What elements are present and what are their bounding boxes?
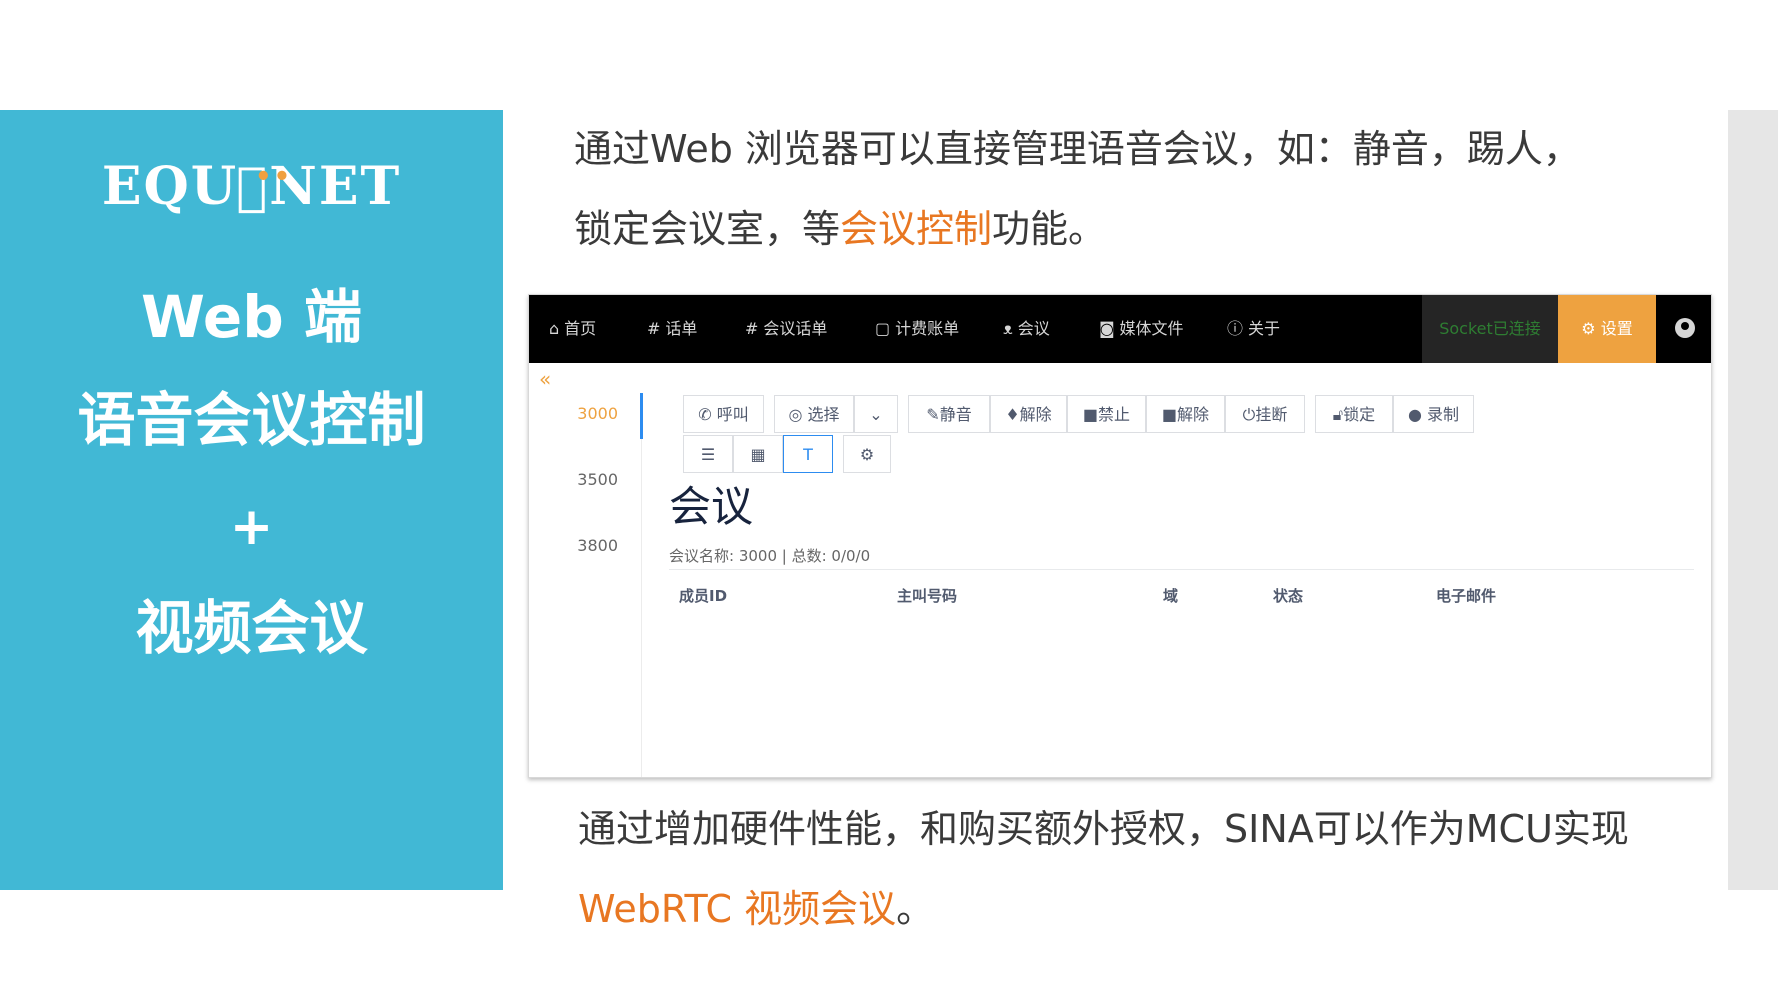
phone-icon: ✆ — [698, 405, 717, 424]
hash-icon: # — [647, 319, 661, 338]
nav-media-label: 媒体文件 — [1119, 319, 1184, 338]
equinet-logo: •• EQU⃝NET — [0, 152, 503, 222]
caption-line-4: WebRTC 视频会议。 — [578, 885, 934, 933]
nav-conference-cdr[interactable]: # 会议话单 — [745, 295, 827, 363]
settings-button[interactable]: ⚙ — [843, 435, 891, 473]
call-label: 呼叫 — [716, 405, 749, 424]
caption-4-highlight: WebRTC 视频会议 — [578, 887, 897, 931]
nav-home-label: 首页 — [564, 319, 597, 338]
nav-about[interactable]: ⓘ 关于 — [1227, 295, 1280, 363]
table-icon: ▦ — [750, 445, 766, 464]
nav-media[interactable]: ◙ 媒体文件 — [1099, 295, 1184, 363]
conference-list: 3000 3500 3800 — [529, 391, 642, 589]
bill-icon: ▢ — [875, 319, 891, 338]
column-domain: 域 — [1163, 587, 1179, 605]
video-off-label: 禁止 — [1098, 405, 1131, 424]
sidebar-divider — [641, 393, 642, 777]
panel-plus: + — [229, 497, 274, 557]
active-conference-indicator — [640, 393, 643, 439]
brand-panel: •• EQU⃝NET Web 端 语音会议控制 + 视频会议 — [0, 110, 503, 890]
nav-conference[interactable]: ᴥ 会议 — [1003, 295, 1050, 363]
nav-conference-label: 会议 — [1017, 319, 1050, 338]
mute-button[interactable]: ✎静音 — [908, 395, 990, 433]
column-status: 状态 — [1273, 587, 1304, 605]
record-icon: ● — [1407, 405, 1428, 424]
mute-label: 静音 — [939, 405, 972, 424]
caption-2-post: 功能。 — [992, 207, 1107, 251]
chevron-down-icon: ⌄ — [869, 405, 883, 424]
record-button[interactable]: ● 录制 — [1393, 395, 1474, 433]
top-navbar: ⌂ 首页 # 话单 # 会议话单 ▢ 计费账单 ᴥ 会议 ◙ 媒体文件 ⓘ 关于 Socket… — [529, 295, 1711, 363]
nav-billing[interactable]: ▢ 计费账单 — [875, 295, 959, 363]
text-icon: T — [803, 445, 813, 464]
conference-item-3800[interactable]: 3800 — [529, 523, 642, 589]
nav-cdr-label: 话单 — [665, 319, 698, 338]
hash-icon: # — [745, 319, 759, 338]
mic-icon: ♦ — [1005, 405, 1020, 424]
text-view-button[interactable]: T — [783, 435, 833, 473]
video-off-button[interactable]: ■禁止 — [1067, 395, 1146, 433]
video-off-icon: ■ — [1082, 405, 1099, 424]
conference-app-screenshot: ⌂ 首页 # 话单 # 会议话单 ▢ 计费账单 ᴥ 会议 ◙ 媒体文件 ⓘ 关于 Socket… — [528, 294, 1712, 778]
camera-icon: ◙ — [1099, 319, 1115, 338]
gear-icon: ⚙ — [1581, 319, 1601, 338]
lock-label: 锁定 — [1343, 405, 1376, 424]
lock-icon: 🔓︎ — [1332, 405, 1344, 424]
conference-item-3500[interactable]: 3500 — [529, 457, 642, 523]
power-icon: ⏻ — [1242, 405, 1256, 424]
select-button[interactable]: ◎ 选择 — [774, 395, 854, 433]
caption-2-highlight: 会议控制 — [840, 207, 993, 251]
caption-line-1: 通过Web 浏览器可以直接管理语音会议，如：静音，踢人， — [574, 127, 1581, 171]
column-email: 电子邮件 — [1436, 587, 1497, 605]
video-on-label: 解除 — [1177, 405, 1210, 424]
list-icon: ☰ — [700, 445, 716, 464]
user-avatar-icon[interactable] — [1675, 318, 1695, 338]
caption-line-2: 锁定会议室，等会议控制功能。 — [574, 205, 1106, 253]
conference-item-3000[interactable]: 3000 — [529, 391, 642, 457]
nav-settings[interactable]: ⚙ 设置 — [1558, 295, 1656, 363]
socket-status: Socket已连接 — [1422, 295, 1558, 363]
record-label: 录制 — [1427, 405, 1460, 424]
info-divider — [669, 569, 1694, 570]
conference-info: 会议名称: 3000 | 总数: 0/0/0 — [669, 547, 871, 565]
table-view-button[interactable]: ▦ — [733, 435, 783, 473]
select-label: 选择 — [807, 405, 840, 424]
video-on-button[interactable]: ■解除 — [1146, 395, 1225, 433]
call-button[interactable]: ✆ 呼叫 — [683, 395, 764, 433]
caption-2-pre: 锁定会议室，等 — [574, 207, 841, 251]
panel-title-web: Web 端 — [141, 283, 362, 351]
panel-title-voice: 语音会议控制 — [77, 386, 426, 454]
mic-off-icon: ✎ — [926, 405, 940, 424]
nav-conference-cdr-label: 会议话单 — [763, 319, 828, 338]
list-view-button[interactable]: ☰ — [683, 435, 733, 473]
nav-settings-label: 设置 — [1600, 319, 1633, 338]
caption-line-3: 通过增加硬件性能，和购买额外授权，SINA可以作为MCU实现 — [578, 807, 1629, 851]
video-icon: ■ — [1161, 405, 1178, 424]
caption-4-post: 。 — [896, 887, 935, 931]
panel-title-video: 视频会议 — [135, 594, 368, 662]
gear-icon: ⚙ — [859, 445, 875, 464]
hangup-label: 挂断 — [1255, 405, 1288, 424]
people-icon: ᴥ — [1003, 319, 1013, 338]
nav-billing-label: 计费账单 — [895, 319, 960, 338]
nav-home[interactable]: ⌂ 首页 — [549, 295, 596, 363]
home-icon: ⌂ — [549, 319, 560, 338]
info-icon: ⓘ — [1227, 319, 1244, 338]
hangup-button[interactable]: ⏻挂断 — [1225, 395, 1305, 433]
right-grey-strip — [1728, 110, 1778, 890]
conference-title: 会议 — [669, 482, 754, 531]
check-circle-icon: ◎ — [788, 405, 808, 424]
collapse-sidebar-icon[interactable]: « — [539, 367, 551, 391]
column-member-id: 成员ID — [679, 587, 728, 605]
logo-dots: •• — [255, 162, 293, 192]
unmute-label: 解除 — [1019, 405, 1052, 424]
select-dropdown-button[interactable]: ⌄ — [854, 395, 898, 433]
column-caller-number: 主叫号码 — [897, 587, 958, 605]
logo-text: EQU⃝NET — [101, 156, 402, 217]
nav-cdr[interactable]: # 话单 — [647, 295, 697, 363]
nav-about-label: 关于 — [1248, 319, 1281, 338]
unmute-button[interactable]: ♦解除 — [990, 395, 1067, 433]
lock-button[interactable]: 🔓︎锁定 — [1315, 395, 1393, 433]
